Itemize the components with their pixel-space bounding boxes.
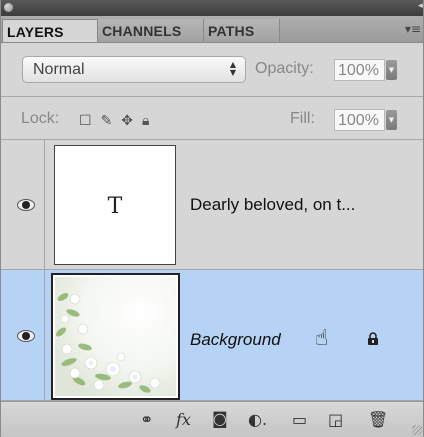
lock-transparent-icon[interactable]: ☐ xyxy=(79,113,92,129)
visibility-toggle[interactable] xyxy=(1,140,45,269)
layer-row-text[interactable]: T Dearly beloved, on t... xyxy=(1,140,423,270)
trash-icon[interactable]: 🗑︎ xyxy=(368,410,388,429)
lock-icon xyxy=(368,332,378,345)
blend-mode-value: Normal xyxy=(33,61,85,78)
layer-row-background[interactable]: Background ☝ xyxy=(1,270,423,401)
background-image-thumbnail xyxy=(55,277,176,396)
lock-label: Lock: xyxy=(21,110,60,127)
layer-thumbnail xyxy=(51,273,180,400)
opacity-field[interactable]: 100% ▼ xyxy=(334,59,397,81)
fill-field[interactable]: 100% ▼ xyxy=(334,109,397,131)
lock-all-icon[interactable]: 🔒︎ xyxy=(142,113,149,129)
panel-titlebar: ◂◂ xyxy=(1,0,423,16)
adjustment-layer-icon[interactable]: ◐. xyxy=(248,410,267,429)
layer-name[interactable]: Dearly beloved, on t... xyxy=(190,195,355,215)
lock-options: ☐ ✎ ✥ 🔒︎ xyxy=(79,113,158,129)
divider xyxy=(1,96,423,97)
lock-move-icon[interactable]: ✥ xyxy=(121,113,133,129)
eye-icon[interactable] xyxy=(17,330,35,342)
chevron-updown-icon: ▲ ▼ xyxy=(229,60,236,77)
opacity-dropdown-icon[interactable]: ▼ xyxy=(386,60,397,80)
resize-grip-icon[interactable] xyxy=(412,425,422,435)
fill-label: Fill: xyxy=(290,110,315,127)
tab-channels[interactable]: CHANNELS xyxy=(98,19,204,42)
new-layer-icon[interactable]: ◲ xyxy=(328,410,343,429)
close-icon[interactable] xyxy=(4,3,13,12)
link-layers-icon[interactable]: ⚭ xyxy=(140,410,153,429)
panel-menu-icon[interactable]: ▾≡ xyxy=(405,22,421,36)
hand-cursor-icon: ☝ xyxy=(315,326,329,351)
blend-mode-select[interactable]: Normal ▲ ▼ xyxy=(22,56,246,83)
layer-thumbnail: T xyxy=(54,145,176,265)
fill-dropdown-icon[interactable]: ▼ xyxy=(386,110,397,130)
fx-icon[interactable]: fx xyxy=(176,410,191,429)
text-layer-icon: T xyxy=(107,194,123,219)
opacity-label: Opacity: xyxy=(255,60,314,77)
layers-toolbar: ⚭ fx ◙ ◐. ▭ ◲ 🗑︎ xyxy=(1,401,423,437)
layers-panel: ◂◂ LAYERS CHANNELS PATHS ▾≡ Normal ▲ ▼ Op… xyxy=(0,0,424,437)
tab-layers[interactable]: LAYERS xyxy=(2,19,98,42)
visibility-toggle[interactable] xyxy=(1,270,45,400)
lock-brush-icon[interactable]: ✎ xyxy=(101,113,113,129)
tab-bar: LAYERS CHANNELS PATHS ▾≡ xyxy=(1,16,423,43)
tab-paths[interactable]: PATHS xyxy=(204,19,280,42)
opacity-value: 100% xyxy=(338,62,379,79)
layer-name[interactable]: Background xyxy=(190,330,281,350)
eye-icon[interactable] xyxy=(17,199,35,211)
add-mask-icon[interactable]: ◙ xyxy=(212,409,228,428)
new-group-icon[interactable]: ▭ xyxy=(292,410,307,429)
fill-value: 100% xyxy=(338,112,379,129)
collapse-arrows-icon[interactable]: ◂◂ xyxy=(418,1,423,11)
